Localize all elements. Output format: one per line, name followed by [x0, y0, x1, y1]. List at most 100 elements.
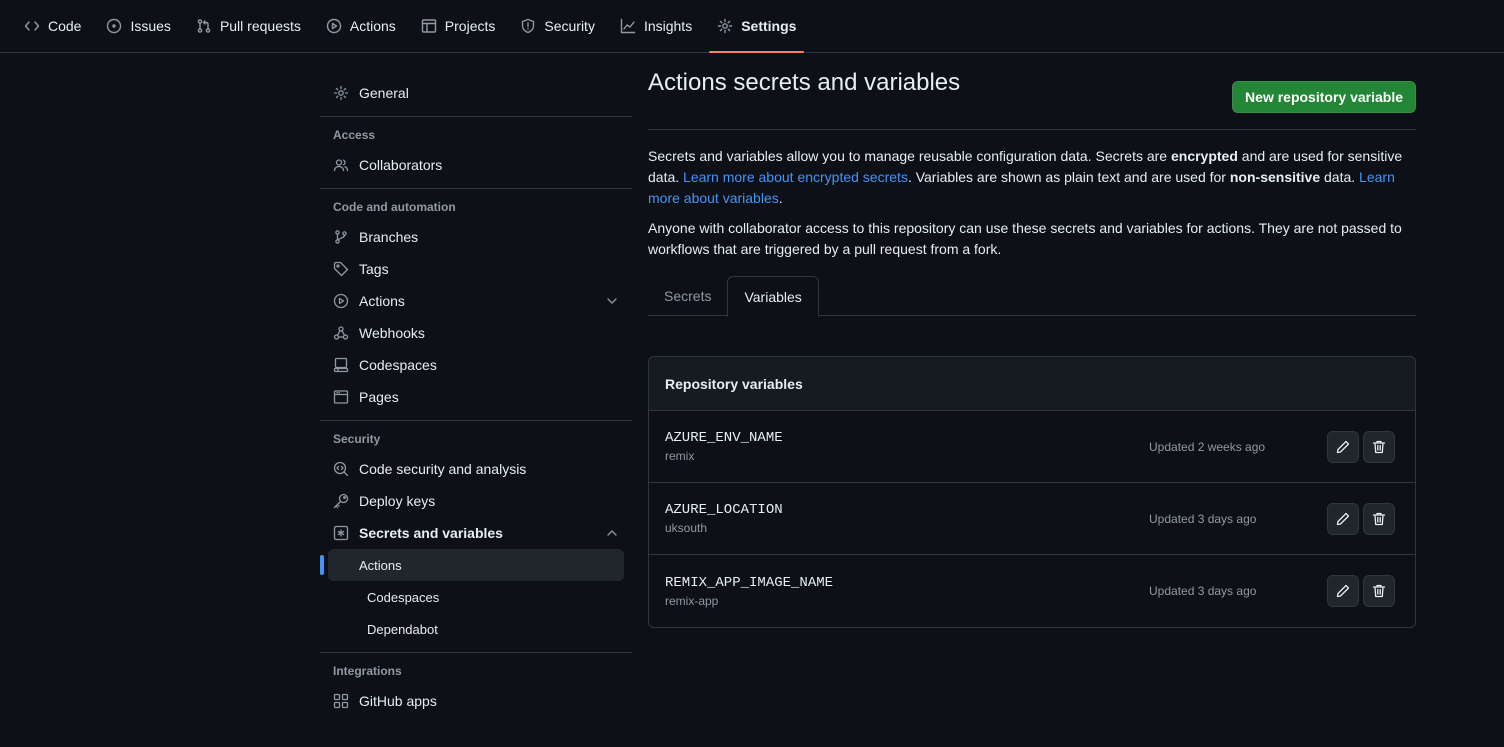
edit-button[interactable] [1327, 575, 1359, 607]
sidebar-item-collaborators[interactable]: Collaborators [320, 149, 632, 181]
pencil-icon [1335, 439, 1351, 455]
edit-button[interactable] [1327, 430, 1359, 463]
tab-security[interactable]: Security [512, 0, 603, 52]
table-row: REMIX_APP_IMAGE_NAME remix-app Updated 3… [649, 555, 1415, 627]
tab-pull-requests[interactable]: Pull requests [188, 0, 309, 52]
sidebar-item-tags[interactable]: Tags [320, 253, 632, 285]
variable-name: AZURE_LOCATION [665, 502, 783, 518]
sidebar-item-label: Collaborators [359, 157, 443, 173]
sidebar-item-label: Branches [359, 229, 419, 245]
variable-info: AZURE_LOCATION uksouth [665, 502, 1149, 535]
sidebar-item-codespaces[interactable]: Codespaces [320, 349, 632, 381]
tab-label: Projects [444, 18, 496, 34]
variable-value: remix-app [665, 593, 719, 608]
trash-icon [1371, 439, 1387, 455]
edit-button[interactable] [1327, 502, 1359, 535]
sidebar-item-label: Tags [359, 261, 389, 277]
sidebar-item-label: Actions [359, 293, 405, 309]
description: Secrets and variables allow you to manag… [648, 146, 1416, 209]
variable-name: REMIX_APP_IMAGE_NAME [665, 574, 834, 591]
description-text: data. [1320, 169, 1360, 185]
branch-icon [333, 229, 349, 245]
sidebar-subitem-dependabot[interactable]: Dependabot [328, 613, 624, 645]
shield-icon [520, 18, 536, 34]
sidebar-subitem-label: Codespaces [367, 589, 440, 605]
learn-encrypted-secrets-link[interactable]: Learn more about encrypted secrets [683, 169, 908, 185]
sidebar-item-deploy-keys[interactable]: Deploy keys [320, 485, 632, 517]
table-row: AZURE_ENV_NAME remix Updated 2 weeks ago [649, 411, 1415, 483]
play-icon [333, 293, 349, 309]
tab-label: Code [48, 18, 82, 34]
tab-projects[interactable]: Projects [413, 0, 504, 52]
sidebar-item-webhooks[interactable]: Webhooks [320, 317, 632, 349]
sidebar-subitem-label: Actions [359, 557, 402, 573]
graph-icon [620, 18, 636, 34]
variable-info: AZURE_ENV_NAME remix [665, 430, 1149, 463]
sidebar-item-label: GitHub apps [359, 693, 437, 709]
browser-icon [333, 389, 349, 405]
collaborator-note: Anyone with collaborator access to this … [648, 220, 1402, 257]
sidebar-item-branches[interactable]: Branches [320, 221, 632, 253]
sidebar-item-label: Secrets and variables [359, 525, 503, 541]
variable-info: REMIX_APP_IMAGE_NAME remix-app [665, 575, 1149, 608]
sidebar-heading-access: Access [333, 128, 376, 142]
tab-label: Actions [349, 18, 396, 34]
chevron-down-icon[interactable] [604, 293, 620, 309]
settings-sidebar: General Access Collaborators Code and au… [320, 77, 632, 717]
table-row: AZURE_LOCATION uksouth Updated 3 days ag… [649, 483, 1415, 555]
description-text: . [778, 190, 783, 206]
chevron-up-icon[interactable] [604, 525, 620, 541]
codescan-icon [333, 461, 349, 477]
variable-name: AZURE_ENV_NAME [665, 430, 783, 446]
tab-variables[interactable]: Variables [727, 276, 819, 317]
codespaces-icon [333, 357, 349, 373]
tab-actions[interactable]: Actions [318, 0, 404, 52]
tab-insights[interactable]: Insights [612, 0, 700, 52]
sidebar-item-github-apps[interactable]: GitHub apps [320, 685, 632, 717]
divider [320, 420, 632, 421]
sidebar-item-label: General [359, 85, 409, 101]
tab-code[interactable]: Code [16, 0, 89, 52]
page-header: Actions secrets and variables New reposi… [648, 69, 1416, 130]
tab-label: Pull requests [219, 18, 301, 34]
delete-button[interactable] [1363, 502, 1395, 535]
variable-value: uksouth [665, 521, 708, 535]
sidebar-item-label: Code security and analysis [359, 461, 527, 477]
tab-label: Issues [130, 18, 171, 34]
gear-icon [333, 85, 349, 101]
table-heading: Repository variables [649, 357, 1415, 411]
main-content: Actions secrets and variables New reposi… [648, 69, 1416, 628]
webhook-icon [333, 325, 349, 341]
tab-issues[interactable]: Issues [98, 0, 178, 52]
asterisk-box-icon [333, 525, 349, 541]
people-icon [333, 157, 349, 173]
pull-request-icon [196, 18, 212, 34]
tab-label: Settings [741, 18, 797, 34]
repository-variables-table: Repository variables AZURE_ENV_NAME remi… [648, 356, 1416, 628]
issue-icon [106, 18, 122, 34]
sidebar-heading-code-automation: Code and automation [333, 200, 456, 214]
sidebar-heading-security: Security [333, 432, 381, 446]
sidebar-subitem-actions[interactable]: Actions [320, 549, 624, 581]
sidebar-item-code-security[interactable]: Code security and analysis [320, 453, 632, 485]
secrets-variables-tabs: Secrets Variables [648, 276, 1416, 317]
sidebar-item-pages[interactable]: Pages [320, 381, 632, 413]
tab-secrets[interactable]: Secrets [648, 276, 727, 316]
sidebar-subitem-codespaces[interactable]: Codespaces [328, 581, 624, 613]
delete-button[interactable] [1363, 575, 1395, 607]
play-icon [326, 18, 342, 34]
pencil-icon [1335, 583, 1351, 599]
sidebar-item-actions[interactable]: Actions [320, 285, 632, 317]
new-repository-variable-button[interactable]: New repository variable [1232, 81, 1416, 113]
trash-icon [1371, 583, 1387, 599]
variable-value: remix [665, 449, 695, 463]
code-icon [24, 18, 40, 34]
sidebar-item-secrets-variables[interactable]: Secrets and variables [320, 517, 632, 549]
description-text: . Variables are shown as plain text and … [907, 169, 1230, 185]
sidebar-item-general[interactable]: General [320, 77, 632, 109]
trash-icon [1371, 511, 1387, 527]
delete-button[interactable] [1363, 430, 1395, 463]
page-title: Actions secrets and variables [648, 69, 961, 96]
description-text: Secrets and variables allow you to manag… [648, 148, 1171, 164]
tab-settings[interactable]: Settings [709, 0, 805, 53]
